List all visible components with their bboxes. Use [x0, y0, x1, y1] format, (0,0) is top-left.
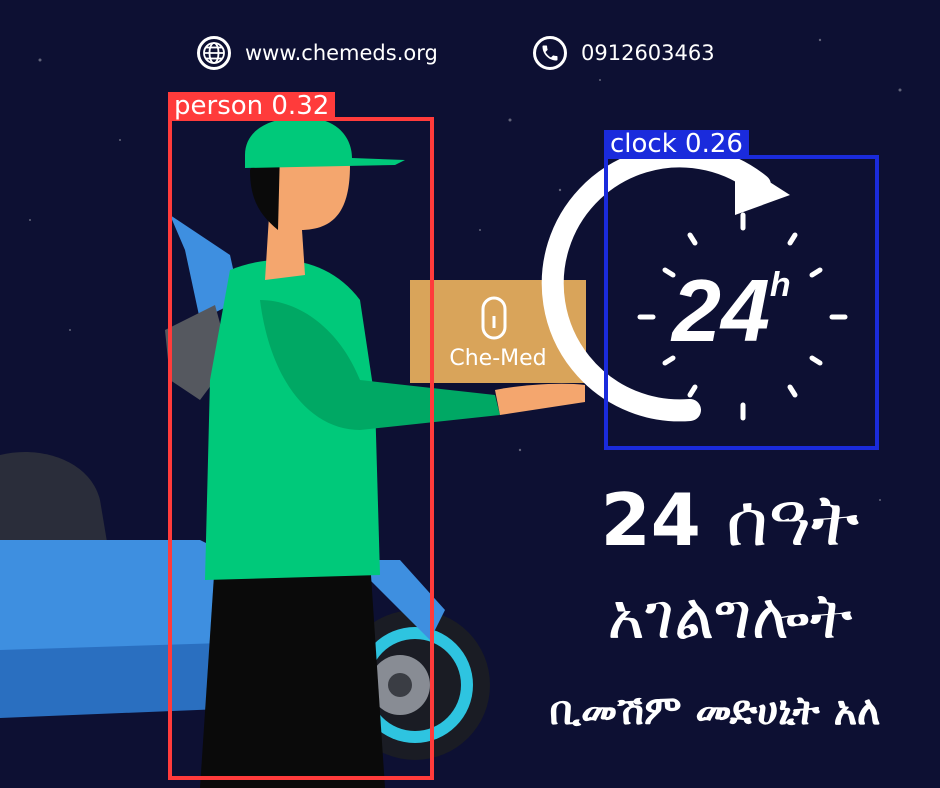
- headline-word: ሰዓት: [725, 478, 860, 562]
- headline-line3: ቢመሽም መድሀኒት አለ: [549, 688, 881, 734]
- headline-line1: 24 ሰዓት: [540, 478, 920, 564]
- clock-detection-label: clock 0.26: [604, 130, 749, 158]
- box-brand-text: Che-Med: [449, 346, 547, 371]
- person-detection-box: [168, 117, 434, 780]
- headline-number: 24: [600, 478, 701, 562]
- headline-line2: አገልግሎት: [607, 580, 853, 654]
- person-detection-label: person 0.32: [168, 92, 336, 120]
- clock-detection-box: [604, 155, 879, 450]
